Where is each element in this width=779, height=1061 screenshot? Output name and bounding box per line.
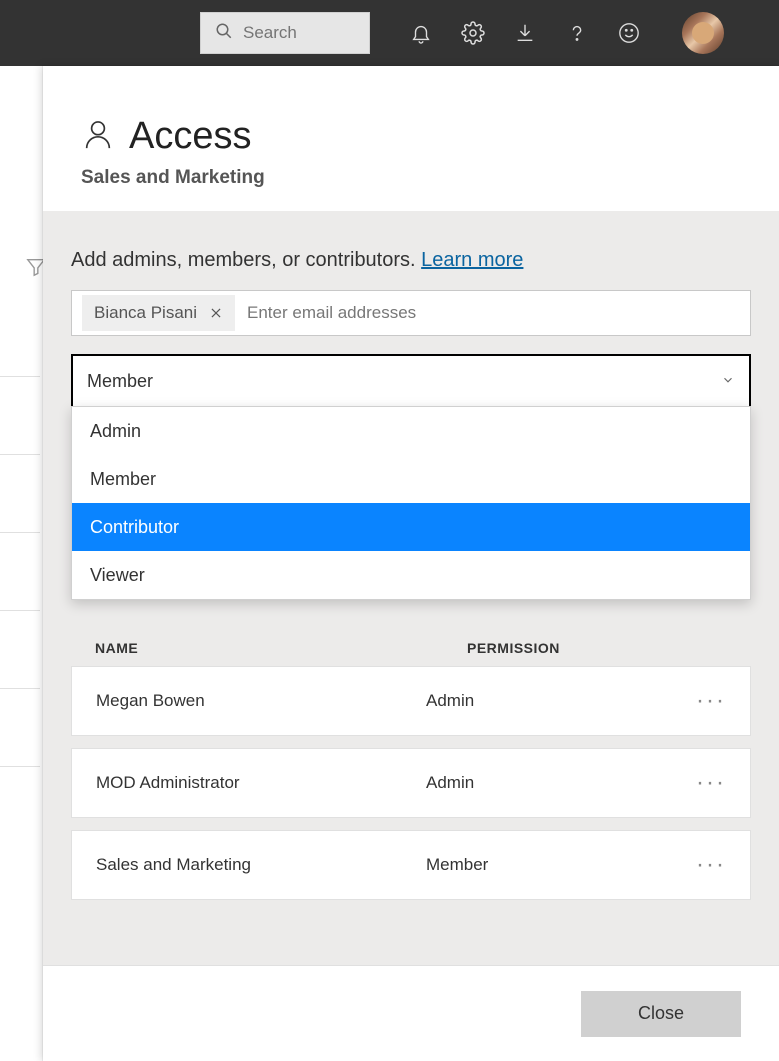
- row-permission: Admin: [426, 773, 686, 793]
- access-panel: Access Sales and Marketing Add admins, m…: [43, 66, 779, 1061]
- more-icon[interactable]: ···: [686, 851, 726, 879]
- more-icon[interactable]: ···: [686, 769, 726, 797]
- role-option-member[interactable]: Member: [72, 455, 750, 503]
- row-name: MOD Administrator: [96, 773, 426, 793]
- row-name: Sales and Marketing: [96, 855, 426, 875]
- role-option-contributor[interactable]: Contributor: [72, 503, 750, 551]
- panel-footer: Close: [43, 965, 779, 1061]
- notification-icon[interactable]: [408, 20, 434, 46]
- person-icon: [81, 114, 115, 159]
- role-option-admin[interactable]: Admin: [72, 407, 750, 455]
- page-title: Access: [129, 115, 251, 158]
- help-icon[interactable]: [564, 20, 590, 46]
- instruction-text: Add admins, members, or contributors. Le…: [71, 249, 751, 272]
- row-permission: Admin: [426, 691, 686, 711]
- page-subtitle: Sales and Marketing: [81, 167, 739, 189]
- list-row: MOD Administrator Admin ···: [71, 748, 751, 818]
- learn-more-link[interactable]: Learn more: [421, 249, 523, 271]
- top-bar: [0, 0, 779, 66]
- smiley-icon[interactable]: [616, 20, 642, 46]
- avatar[interactable]: [682, 12, 724, 54]
- person-chip: Bianca Pisani: [82, 295, 235, 331]
- close-button[interactable]: Close: [581, 991, 741, 1037]
- email-addresses-field[interactable]: Bianca Pisani: [71, 290, 751, 336]
- search-icon: [215, 22, 233, 45]
- row-permission: Member: [426, 855, 686, 875]
- download-icon[interactable]: [512, 20, 538, 46]
- role-dropdown: Admin Member Contributor Viewer: [71, 406, 751, 600]
- list-header: NAME PERMISSION: [71, 640, 751, 656]
- col-permission-header: PERMISSION: [467, 640, 727, 656]
- list-row: Sales and Marketing Member ···: [71, 830, 751, 900]
- more-icon[interactable]: ···: [686, 687, 726, 715]
- chevron-down-icon: [721, 371, 735, 392]
- topbar-icons: [408, 20, 642, 46]
- panel-header: Access Sales and Marketing: [43, 66, 779, 211]
- search-box[interactable]: [200, 12, 370, 54]
- role-select[interactable]: Member: [71, 354, 751, 408]
- row-name: Megan Bowen: [96, 691, 426, 711]
- gear-icon[interactable]: [460, 20, 486, 46]
- list-row: Megan Bowen Admin ···: [71, 666, 751, 736]
- email-input[interactable]: [241, 291, 740, 335]
- role-select-value: Member: [87, 371, 153, 392]
- col-name-header: NAME: [95, 640, 467, 656]
- role-option-viewer[interactable]: Viewer: [72, 551, 750, 599]
- chip-remove-icon[interactable]: [207, 304, 225, 322]
- chip-label: Bianca Pisani: [94, 303, 197, 323]
- search-input[interactable]: [243, 23, 355, 43]
